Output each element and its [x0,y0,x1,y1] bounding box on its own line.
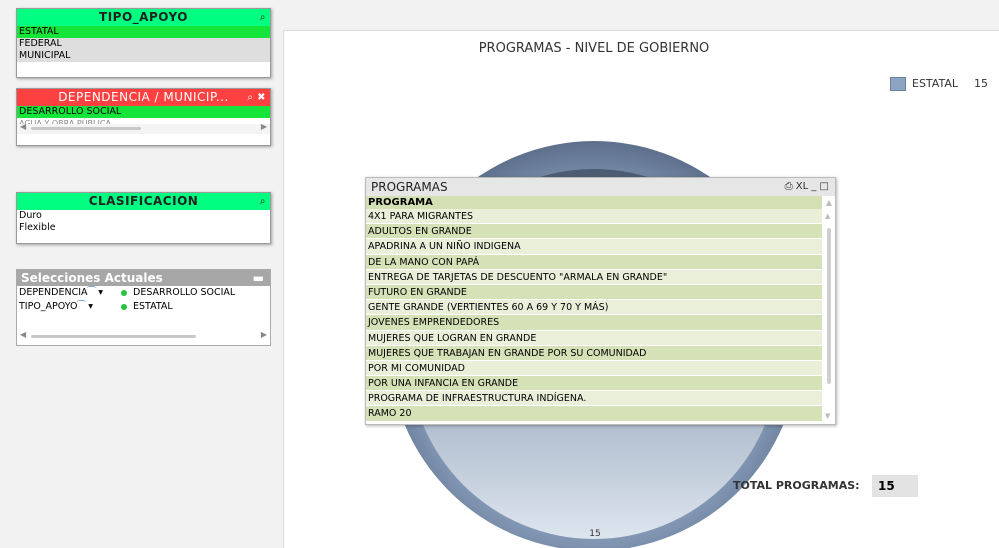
list-item-estatal[interactable]: ESTATAL [17,26,270,38]
dropdown-icon[interactable]: ▾ [98,287,103,298]
selection-field: TIPO_APOYO⁀ ▾ [19,300,93,314]
minimize-icon[interactable]: ▬ [253,270,264,286]
table-box-caption[interactable]: PROGRAMAS ⎙ XL _ □ [366,178,835,196]
caption-text: CLASIFICACION [88,194,199,208]
caption-text: DEPENDENCIA / MUNICIP... [58,90,229,104]
table-row[interactable]: ENTREGA DE TARJETAS DE DESCUENTO "ARMALA… [366,269,822,285]
chart-title: PROGRAMAS - NIVEL DE GOBIERNO [478,41,710,56]
scroll-thumb[interactable] [827,228,831,384]
table-row[interactable]: MUJERES QUE TRABAJAN EN GRANDE POR SU CO… [366,345,822,361]
scroll-down-icon[interactable]: ▼ [825,412,830,420]
scroll-right-icon[interactable]: ▶ [261,122,267,131]
table-row[interactable]: JOVENES EMPRENDEDORES [366,315,822,331]
list-item-flexible[interactable]: Flexible [17,222,270,234]
selection-row[interactable]: TIPO_APOYO⁀ ▾ ESTATAL [17,300,270,314]
chart-legend[interactable]: ESTATAL 15 [890,77,988,91]
legend-swatch [890,77,906,91]
listbox-caption[interactable]: DEPENDENCIA / MUNICIP... ⌕ ✖ [17,89,270,106]
horizontal-scrollbar[interactable]: ◀ ▶ [17,122,270,134]
legend-value: 15 [974,77,988,90]
caption-text: Selecciones Actuales [21,271,163,285]
caption-text: TIPO_APOYO [99,10,188,24]
vertical-scrollbar[interactable]: ▲ ▼ [825,212,833,420]
caption-text: PROGRAMAS [371,180,448,194]
listbox-tipo-apoyo[interactable]: TIPO_APOYO ⌕ ESTATAL FEDERAL MUNICIPAL [16,8,271,78]
horizontal-scrollbar[interactable]: ◀ ▶ [17,330,270,342]
search-icon[interactable]: ⌕ [260,193,266,210]
field-name: DEPENDENCIA [19,287,88,298]
search-icon[interactable]: ⌕ ✖ [247,89,266,106]
selection-value: ESTATAL [133,301,173,312]
legend-label: ESTATAL [912,77,958,90]
list-item-federal[interactable]: FEDERAL [17,38,270,50]
scroll-up-icon[interactable]: ▲ [825,212,830,220]
table-row[interactable]: FUTURO EN GRANDE [366,284,822,301]
list-item-duro[interactable]: Duro [17,210,270,222]
column-header-programa[interactable]: PROGRAMA ▲ [366,196,832,209]
caption-icons[interactable]: ⎙ XL _ □ [785,178,829,196]
table-row[interactable]: ADULTOS EN GRANDE [366,224,822,240]
table-row[interactable]: MUJERES QUE LOGRAN EN GRANDE [366,330,822,346]
field-name: TIPO_APOYO [19,301,78,312]
pie-slice-label: 15 [589,529,601,539]
current-selections-box: Selecciones Actuales ▬ DEPENDENCIA⁀ ▾ DE… [16,269,271,346]
scroll-left-icon[interactable]: ◀ [20,122,26,131]
table-row[interactable]: APADRINA A UN NIÑO INDIGENA [366,239,822,255]
table-row[interactable]: DE LA MANO CON PAPÁ [366,254,822,270]
table-row[interactable]: RAMO 20 [366,406,822,422]
total-programs-value: 15 [872,475,918,497]
selection-value: DESARROLLO SOCIAL [133,287,236,298]
listbox-caption[interactable]: TIPO_APOYO ⌕ [17,9,270,26]
selected-dot-icon [121,304,127,310]
listbox-dependencia[interactable]: DEPENDENCIA / MUNICIP... ⌕ ✖ DESARROLLO … [16,88,271,146]
programas-table-box[interactable]: PROGRAMAS ⎙ XL _ □ PROGRAMA ▲ 4X1 PARA M… [365,177,836,425]
column-header-text: PROGRAMA [368,197,433,208]
table-row[interactable]: GENTE GRANDE (VERTIENTES 60 A 69 Y 70 Y … [366,300,822,316]
table-row[interactable]: POR UNA INFANCIA EN GRANDE [366,376,822,392]
selection-field: DEPENDENCIA⁀ ▾ [19,286,103,300]
table-row[interactable]: PROGRAMA DE INFRAESTRUCTURA INDÍGENA. [366,391,822,407]
listbox-caption[interactable]: CLASIFICACION ⌕ [17,193,270,210]
scroll-thumb[interactable] [31,335,196,338]
scroll-thumb[interactable] [31,127,141,130]
scroll-right-icon[interactable]: ▶ [261,330,267,339]
scroll-left-icon[interactable]: ◀ [20,330,26,339]
total-programs-label: TOTAL PROGRAMAS: [733,479,860,492]
list-item-desarrollo-social[interactable]: DESARROLLO SOCIAL [17,106,270,118]
search-icon[interactable]: ⌕ [260,9,266,26]
clear-icon[interactable]: ⁀ [78,301,86,312]
dropdown-icon[interactable]: ▾ [88,301,93,312]
clear-icon[interactable]: ⁀ [88,287,96,298]
current-selections-caption[interactable]: Selecciones Actuales ▬ [17,270,270,286]
selected-dot-icon [121,290,127,296]
table-body: 4X1 PARA MIGRANTES ADULTOS EN GRANDE APADR… [366,209,835,422]
sort-icon[interactable]: ▲ [826,196,832,209]
listbox-clasificacion[interactable]: CLASIFICACION ⌕ Duro Flexible [16,192,271,244]
table-row[interactable]: 4X1 PARA MIGRANTES [366,209,822,225]
list-item-municipal[interactable]: MUNICIPAL [17,50,270,62]
table-row[interactable]: POR MI COMUNIDAD [366,360,822,377]
selection-row[interactable]: DEPENDENCIA⁀ ▾ DESARROLLO SOCIAL [17,286,270,300]
